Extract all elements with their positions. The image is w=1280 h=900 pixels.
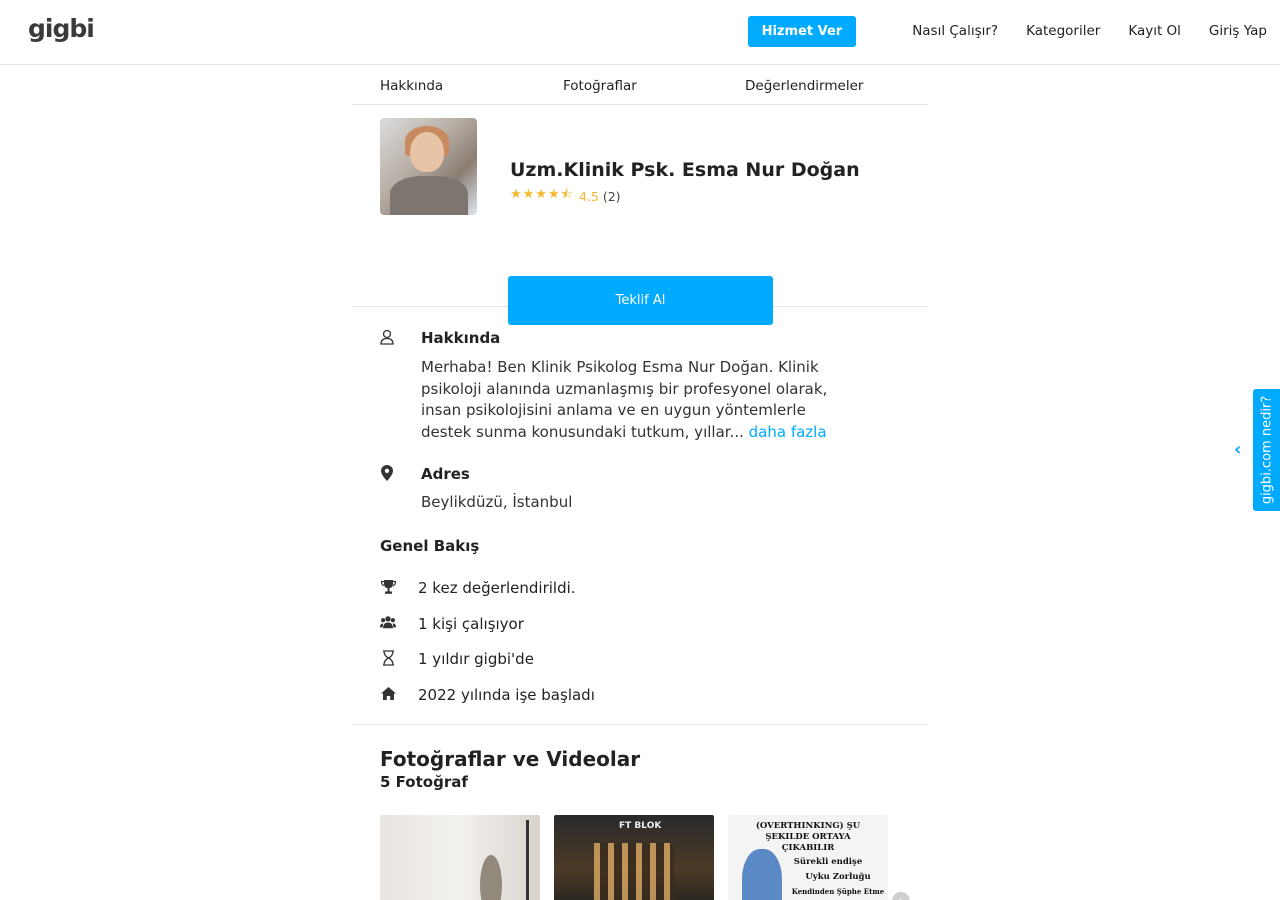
- overview-reviews: 2 kez değerlendirildi.: [418, 579, 576, 597]
- address-title: Adres: [421, 465, 470, 483]
- info-section: Hakkında Merhaba! Ben Klinik Psikolog Es…: [352, 307, 928, 725]
- hourglass-icon: [380, 650, 396, 666]
- profile-main: Hakkında Fotoğraflar Değerlendirmeler Uz…: [352, 65, 928, 900]
- logo-text: gigbi: [28, 14, 95, 43]
- profile-header: Uzm.Klinik Psk. Esma Nur Doğan ★★★★⯪ 4.5…: [352, 105, 928, 325]
- users-icon: [380, 614, 396, 630]
- photo-thumb-3[interactable]: (OVERTHINKING) ŞU ŞEKILDE ORTAYA ÇIKABIL…: [728, 815, 888, 900]
- trophy-icon: [380, 579, 396, 595]
- nav-link-giris-yap[interactable]: Giriş Yap: [1209, 16, 1267, 47]
- nav-link-kayit-ol[interactable]: Kayıt Ol: [1128, 16, 1181, 47]
- about-title: Hakkında: [421, 329, 501, 347]
- gigbi-logo[interactable]: gigbi: [28, 14, 95, 43]
- rating-stars: ★★★★⯪: [510, 187, 574, 202]
- daha-fazla-link[interactable]: daha fazla: [749, 423, 827, 441]
- photos-count: 5 Fotoğraf: [380, 773, 468, 791]
- address-value: Beylikdüzü, İstanbul: [421, 493, 573, 511]
- chevron-left-icon[interactable]: ‹: [1234, 439, 1241, 460]
- photos-title: Fotoğraflar ve Videolar: [380, 747, 641, 771]
- overview-employees: 1 kişi çalışıyor: [418, 615, 524, 633]
- rating-count: (2): [602, 188, 621, 204]
- overview-tenure: 1 yıldır gigbi'de: [418, 650, 534, 668]
- provider-name: Uzm.Klinik Psk. Esma Nur Doğan: [510, 159, 860, 181]
- tab-fotograflar[interactable]: Fotoğraflar: [563, 78, 637, 94]
- nav-link-nasil-calisir[interactable]: Nasıl Çalışır?: [912, 16, 998, 47]
- photo-thumb-1[interactable]: [380, 815, 540, 900]
- about-text: Merhaba! Ben Klinik Psikolog Esma Nur Do…: [421, 357, 851, 443]
- home-icon: [380, 685, 396, 701]
- top-nav: Hizmet Ver Nasıl Çalışır? Kategoriler Ka…: [747, 16, 1267, 47]
- carousel-next-icon[interactable]: ›: [892, 892, 910, 900]
- thumb-text-line: ŞEKILDE ORTAYA: [765, 832, 851, 842]
- rating-score: 4.5: [578, 188, 599, 204]
- tab-degerlendirmeler[interactable]: Değerlendirmeler: [745, 78, 863, 94]
- side-tab-label: gigbi.com nedir?: [1259, 395, 1274, 505]
- map-marker-icon: [379, 465, 395, 481]
- photo-thumb-2[interactable]: FT BLOK: [554, 815, 714, 900]
- photos-section: Fotoğraflar ve Videolar 5 Fotoğraf FT BL…: [352, 725, 928, 900]
- top-header: gigbi Hizmet Ver Nasıl Çalışır? Kategori…: [0, 0, 1280, 65]
- rating: ★★★★⯪ 4.5 (2): [510, 185, 621, 207]
- gigbi-nedir-tab[interactable]: gigbi.com nedir?: [1253, 389, 1280, 511]
- tab-hakkinda[interactable]: Hakkında: [380, 78, 443, 94]
- user-icon: [379, 329, 395, 345]
- thumb-text-line: (OVERTHINKING) ŞU: [755, 821, 861, 831]
- nav-link-kategoriler[interactable]: Kategoriler: [1026, 16, 1100, 47]
- profile-tabs: Hakkında Fotoğraflar Değerlendirmeler: [352, 65, 928, 105]
- overview-title: Genel Bakış: [380, 537, 480, 555]
- hizmet-ver-button[interactable]: Hizmet Ver: [747, 16, 857, 47]
- thumb-sign-text: FT BLOK: [619, 821, 662, 831]
- avatar[interactable]: [380, 118, 477, 215]
- overview-started: 2022 yılında işe başladı: [418, 686, 595, 704]
